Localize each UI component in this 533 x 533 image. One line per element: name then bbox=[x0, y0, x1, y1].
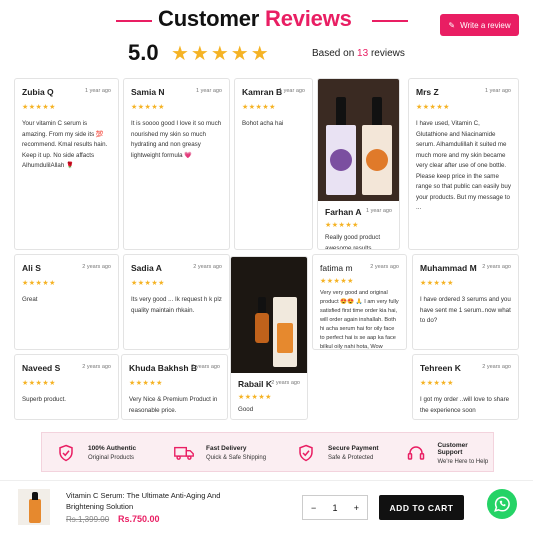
shield-check-icon bbox=[56, 443, 76, 463]
shield-check-icon bbox=[296, 443, 316, 463]
review-stars: ★★★★★ bbox=[416, 104, 450, 111]
feature-subtitle: We're Here to Help bbox=[437, 458, 489, 465]
review-stars: ★★★★★ bbox=[131, 280, 165, 287]
reviews-header: Customer Reviews ✎ Write a review 5.0 ★★… bbox=[0, 0, 533, 78]
review-count-text: Based on 13 reviews bbox=[312, 48, 405, 59]
review-time: 2 years ago bbox=[193, 264, 222, 270]
review-time: 1 year ago bbox=[366, 208, 392, 214]
feature-authentic: 100% Authentic Original Products bbox=[56, 433, 136, 473]
review-time: 2 years ago bbox=[370, 264, 399, 270]
review-time: 1 year ago bbox=[485, 88, 511, 94]
review-stars: ★★★★★ bbox=[420, 280, 454, 287]
write-review-label: Write a review bbox=[460, 20, 511, 30]
title-main: Customer bbox=[158, 6, 260, 31]
feature-title: 100% Authentic bbox=[88, 445, 137, 452]
review-text: Very very good and original product 😍😍 🙏… bbox=[320, 290, 399, 350]
review-text: I have ordered 3 serums and you have sen… bbox=[420, 296, 511, 324]
review-text: Really good product awesome results bbox=[325, 234, 381, 250]
add-to-cart-button[interactable]: ADD TO CART bbox=[379, 495, 464, 520]
increase-quantity-button[interactable]: + bbox=[354, 503, 359, 513]
review-stars: ★★★★★ bbox=[131, 104, 165, 111]
review-stars: ★★★★★ bbox=[325, 222, 359, 229]
review-stars: ★★★★★ bbox=[129, 380, 163, 387]
review-text: Great bbox=[22, 296, 38, 303]
compare-price: Rs.1,399.00 bbox=[66, 515, 110, 524]
product-name[interactable]: Vitamin C Serum: The Ultimate Anti-Aging… bbox=[66, 490, 226, 512]
review-stars: ★★★★★ bbox=[238, 394, 272, 401]
page-title: Customer Reviews bbox=[158, 6, 352, 32]
review-card: Mrs Z 1 year ago ★★★★★ I have used, Vita… bbox=[408, 78, 519, 250]
feature-delivery: Fast Delivery Quick & Safe Shipping bbox=[174, 433, 266, 473]
review-text: Its very good ... Ik request h k plz qua… bbox=[131, 296, 222, 314]
review-text: Good bbox=[238, 406, 254, 413]
review-card: Muhammad M 2 years ago ★★★★★ I have orde… bbox=[412, 254, 519, 350]
review-stars: ★★★★★ bbox=[320, 278, 354, 285]
review-stars: ★★★★★ bbox=[22, 380, 56, 387]
quantity-stepper: − 1 + bbox=[302, 495, 368, 520]
review-card: Naveed S 2 years ago ★★★★★ Superb produc… bbox=[14, 354, 119, 420]
feature-title: Secure Payment bbox=[328, 445, 379, 452]
review-stars: ★★★★★ bbox=[242, 104, 276, 111]
average-rating: 5.0 bbox=[128, 40, 159, 65]
review-photo[interactable] bbox=[231, 257, 307, 373]
review-time: 1 year ago bbox=[196, 88, 222, 94]
review-text: Very Nice & Premium Product in reasonabl… bbox=[129, 396, 218, 414]
review-stars: ★★★★★ bbox=[22, 104, 56, 111]
write-review-button[interactable]: ✎ Write a review bbox=[440, 14, 519, 36]
review-card: Kamran B 1 year ago ★★★★★ Bohot acha hai bbox=[234, 78, 313, 250]
review-text: I have used, Vitamin C, Glutathione and … bbox=[416, 120, 511, 211]
headset-icon bbox=[406, 443, 425, 463]
review-card: fatima m 2 years ago ★★★★★ Very very goo… bbox=[312, 254, 407, 350]
review-text: I got my order ..will love to share the … bbox=[420, 396, 510, 414]
feature-subtitle: Quick & Safe Shipping bbox=[206, 455, 267, 461]
review-time: 1 year ago bbox=[279, 88, 305, 94]
feature-title: Fast Delivery bbox=[206, 445, 247, 452]
title-accent: Reviews bbox=[265, 6, 352, 31]
review-photo[interactable] bbox=[318, 79, 399, 201]
quantity-value[interactable]: 1 bbox=[332, 503, 337, 513]
review-text: It is soooo good I love it so much nouri… bbox=[131, 120, 222, 159]
title-divider-left bbox=[116, 20, 152, 22]
average-stars: ★★★★★ bbox=[171, 43, 271, 65]
feature-title: Customer Support bbox=[437, 441, 468, 456]
review-time: 2 years ago bbox=[271, 380, 300, 386]
decrease-quantity-button[interactable]: − bbox=[311, 503, 316, 513]
review-stars: ★★★★★ bbox=[22, 280, 56, 287]
features-bar: 100% Authentic Original Products Fast De… bbox=[41, 432, 494, 472]
review-card: Ali S 2 years ago ★★★★★ Great bbox=[14, 254, 119, 350]
title-divider-right bbox=[372, 20, 408, 22]
truck-icon bbox=[174, 443, 194, 463]
review-time: 2 years ago bbox=[482, 264, 511, 270]
sale-price: Rs.750.00 bbox=[118, 514, 160, 524]
review-text: Superb product. bbox=[22, 396, 67, 403]
review-card-with-photo: Rabail K 2 years ago ★★★★★ Good bbox=[230, 256, 308, 420]
whatsapp-icon[interactable] bbox=[487, 489, 517, 519]
feature-support: Customer Support We're Here to Help bbox=[406, 433, 493, 473]
pencil-icon: ✎ bbox=[448, 20, 456, 30]
review-text: Bohot acha hai bbox=[242, 120, 284, 127]
review-time: 2 years ago bbox=[191, 364, 220, 370]
review-time: 2 years ago bbox=[482, 364, 511, 370]
review-card: Samia N 1 year ago ★★★★★ It is soooo goo… bbox=[123, 78, 230, 250]
review-card-with-photo: Farhan A 1 year ago ★★★★★ Really good pr… bbox=[317, 78, 400, 250]
review-count: 13 bbox=[357, 48, 369, 59]
review-stars: ★★★★★ bbox=[420, 380, 454, 387]
sticky-add-to-cart-bar: Vitamin C Serum: The Ultimate Anti-Aging… bbox=[0, 480, 533, 533]
feature-subtitle: Safe & Protected bbox=[328, 455, 374, 461]
review-text: Your vitamin C serum is amazing. From my… bbox=[22, 120, 108, 169]
review-card: Khuda Bakhsh B 2 years ago ★★★★★ Very Ni… bbox=[121, 354, 228, 420]
product-thumbnail[interactable] bbox=[18, 489, 50, 525]
review-card: Sadia A 2 years ago ★★★★★ Its very good … bbox=[123, 254, 230, 350]
review-time: 1 year ago bbox=[85, 88, 111, 94]
review-time: 2 years ago bbox=[82, 364, 111, 370]
feature-subtitle: Original Products bbox=[88, 455, 135, 461]
review-time: 2 years ago bbox=[82, 264, 111, 270]
review-card: Zubia Q 1 year ago ★★★★★ Your vitamin C … bbox=[14, 78, 119, 250]
feature-payment: Secure Payment Safe & Protected bbox=[296, 433, 379, 473]
review-card: Tehreen K 2 years ago ★★★★★ I got my ord… bbox=[412, 354, 519, 420]
